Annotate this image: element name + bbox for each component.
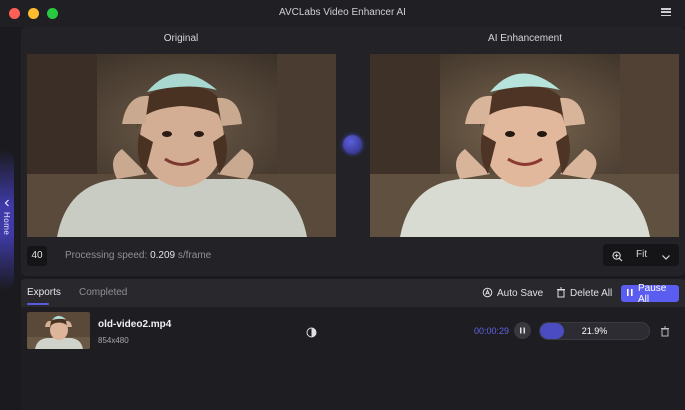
title-bar: AVCLabs Video Enhancer AI	[0, 0, 685, 27]
pause-all-button[interactable]: Pause All	[621, 282, 679, 305]
chevron-left-icon	[3, 199, 11, 207]
file-resolution: 854x480	[98, 336, 129, 345]
pause-icon	[520, 327, 525, 334]
zoom-in-icon[interactable]	[612, 249, 623, 267]
preview-panel: Original AI Enhancement 40 Processing sp…	[21, 27, 685, 276]
hamburger-menu-icon[interactable]	[661, 6, 671, 18]
queue-item-row[interactable]: old-video2.mp4 854x480 00:00:29 21.9%	[21, 308, 685, 354]
auto-save-button[interactable]: Auto Save	[482, 285, 543, 302]
pause-item-button[interactable]	[514, 322, 531, 339]
original-preview-frame[interactable]	[27, 54, 336, 237]
speed-value: 0.209	[150, 250, 176, 261]
zoom-value: Fit	[636, 249, 648, 260]
video-thumbnail	[27, 312, 90, 349]
processing-speed: Processing speed: 0.209 s/frame	[65, 250, 211, 261]
queue-header: Exports Completed Auto Save Delete All P…	[21, 279, 685, 307]
home-tab-label: Home	[2, 212, 11, 236]
pause-all-label: Pause All	[638, 282, 667, 305]
tab-exports[interactable]: Exports	[27, 287, 61, 298]
enhanced-pane-label: AI Enhancement	[488, 33, 562, 44]
export-queue-panel: Exports Completed Auto Save Delete All P…	[21, 279, 685, 410]
progress-percent: 21.9%	[581, 326, 608, 336]
original-pane-label: Original	[163, 33, 199, 44]
speed-label: Processing speed:	[65, 250, 148, 261]
auto-save-icon	[482, 287, 493, 301]
auto-save-label: Auto Save	[497, 288, 544, 299]
delete-all-label: Delete All	[570, 288, 613, 299]
trash-icon	[556, 287, 566, 301]
enhanced-preview-frame[interactable]	[370, 54, 679, 237]
speed-unit: s/frame	[177, 250, 212, 261]
home-side-tab[interactable]: Home	[0, 150, 14, 290]
window-title: AVCLabs Video Enhancer AI	[279, 7, 406, 18]
tab-completed[interactable]: Completed	[79, 287, 127, 298]
pause-icon	[626, 288, 634, 300]
chevron-down-icon[interactable]	[661, 249, 671, 267]
elapsed-time: 00:00:29	[474, 326, 510, 336]
delete-item-icon[interactable]	[660, 324, 670, 342]
delete-all-button[interactable]: Delete All	[556, 285, 612, 302]
frame-count-field[interactable]: 40	[27, 246, 47, 266]
file-name: old-video2.mp4	[98, 319, 172, 330]
zoom-selector[interactable]: Fit	[603, 244, 679, 266]
compare-slider-handle[interactable]	[343, 135, 362, 154]
export-progress-bar: 21.9%	[539, 322, 650, 340]
contrast-compare-icon[interactable]	[306, 325, 317, 343]
active-tab-indicator	[27, 303, 49, 305]
